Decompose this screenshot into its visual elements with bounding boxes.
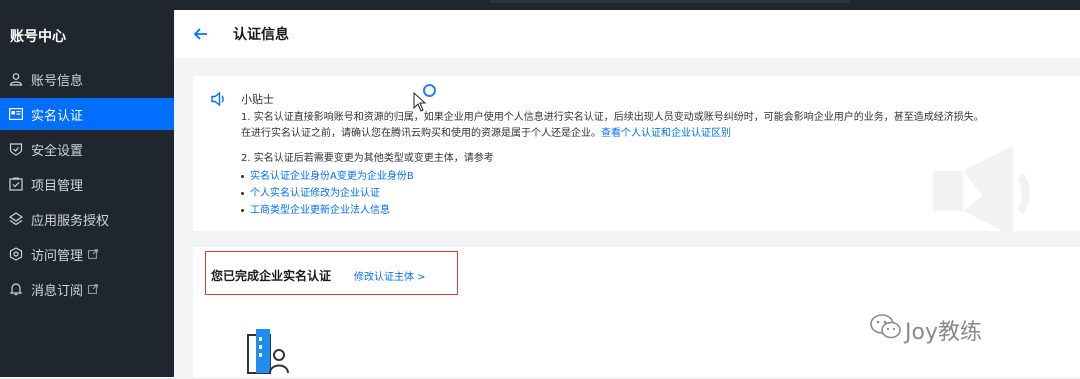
sidebar-item-account-info[interactable]: 账号信息 (0, 63, 174, 95)
external-link-icon (88, 249, 98, 259)
tips-panel: 小贴士 1. 实名认证直接影响账号和资源的归属，如果企业用户使用个人信息进行实名… (193, 76, 1080, 231)
mouse-cursor-icon (413, 91, 427, 112)
tip-line-3: 2. 实名认证后若需要变更为其他类型或变更主体，请参考 (241, 153, 494, 164)
tip-line-2: 在进行实名认证之前，请确认您在腾讯云购买和使用的资源是属于个人还是企业。查看个人… (241, 124, 731, 139)
tip-line-2-text: 在进行实名认证之前，请确认您在腾讯云购买和使用的资源是属于个人还是企业。 (241, 128, 601, 139)
megaphone-watermark-icon (928, 141, 1038, 231)
sidebar-item-label: 安全设置 (31, 143, 84, 159)
list-item: 个人实名认证修改为企业认证 (241, 184, 380, 199)
sidebar-item-label: 访问管理 (31, 248, 84, 264)
sidebar-item-label: 账号信息 (31, 73, 84, 89)
sidebar-item-label: 消息订阅 (31, 283, 84, 299)
back-arrow-icon[interactable] (191, 24, 211, 44)
list-item: 实名认证企业身份A变更为企业身份B (241, 167, 414, 182)
external-link-icon (88, 284, 98, 294)
layers-icon (9, 212, 23, 226)
id-card-icon (9, 107, 23, 121)
compare-auth-link[interactable]: 查看个人认证和企业认证区别 (601, 128, 731, 139)
wechat-icon (869, 311, 903, 343)
sidebar-item-label: 应用服务授权 (31, 213, 110, 229)
modify-subject-link[interactable]: 修改认证主体 > (354, 268, 426, 283)
tip-line-1: 1. 实名认证直接影响账号和资源的归属，如果企业用户使用个人信息进行实名认证，后… (241, 112, 984, 123)
tips-title: 小贴士 (241, 93, 274, 106)
access-icon (9, 247, 23, 261)
sidebar-item-subscriptions[interactable]: 消息订阅 (0, 273, 174, 305)
page-header: 认证信息 (175, 10, 1080, 58)
sidebar-item-app-auth[interactable]: 应用服务授权 (0, 203, 174, 235)
bell-icon (9, 282, 23, 296)
watermark-text: Joy教练 (905, 320, 982, 345)
sidebar-item-access[interactable]: 访问管理 (0, 238, 174, 270)
project-icon (9, 177, 23, 191)
sidebar-item-label: 项目管理 (31, 178, 84, 194)
personal-to-enterprise-link[interactable]: 个人实名认证修改为企业认证 (250, 188, 380, 199)
sidebar: 账号中心 账号信息 实名认证 安全设置 项目管理 应用服务授权 访问管理 消息订… (0, 10, 174, 377)
speaker-icon (210, 90, 228, 108)
shield-icon (9, 142, 23, 156)
sidebar-item-real-name[interactable]: 实名认证 (0, 98, 174, 130)
enterprise-icon (246, 327, 290, 375)
sidebar-item-projects[interactable]: 项目管理 (0, 168, 174, 200)
verification-status-card: 您已完成企业实名认证 修改认证主体 > (193, 247, 1080, 377)
sidebar-title: 账号中心 (10, 29, 66, 45)
change-enterprise-link[interactable]: 实名认证企业身份A变更为企业身份B (250, 171, 414, 182)
sidebar-item-label: 实名认证 (31, 108, 84, 124)
list-item: 工商类型企业更新企业法人信息 (241, 201, 390, 216)
update-legal-person-link[interactable]: 工商类型企业更新企业法人信息 (250, 205, 390, 216)
sidebar-item-security[interactable]: 安全设置 (0, 133, 174, 165)
user-icon (9, 72, 23, 86)
page-title: 认证信息 (233, 27, 289, 43)
top-bar (0, 0, 1080, 10)
status-title: 您已完成企业实名认证 (211, 269, 332, 283)
